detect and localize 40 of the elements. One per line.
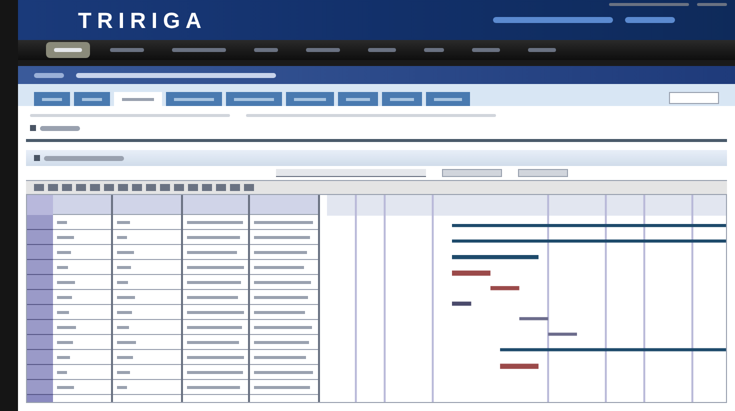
- gantt-bar: [519, 317, 548, 320]
- blurred-text: [40, 126, 80, 130]
- tab[interactable]: [166, 92, 222, 106]
- toolbar-button[interactable]: [442, 169, 502, 177]
- row-header: [27, 350, 53, 365]
- tab[interactable]: [226, 92, 282, 106]
- row-header: [27, 260, 53, 275]
- row-header: [27, 275, 53, 290]
- blurred-text: [697, 3, 727, 6]
- tab[interactable]: [114, 92, 162, 106]
- tab[interactable]: [382, 92, 422, 106]
- row-header: [27, 230, 53, 245]
- nav-item[interactable]: [46, 42, 90, 58]
- tab[interactable]: [74, 92, 110, 106]
- tab[interactable]: [338, 92, 378, 106]
- logo: TRIRIGA: [78, 6, 207, 34]
- tab[interactable]: [286, 92, 334, 106]
- dropdown[interactable]: [669, 92, 719, 104]
- tab[interactable]: [426, 92, 470, 106]
- gantt-bar: [500, 364, 539, 369]
- row-header: [27, 380, 53, 395]
- row-header: [27, 245, 53, 260]
- row-header: [27, 215, 53, 230]
- corner-cell: [27, 195, 53, 215]
- tab[interactable]: [34, 92, 70, 106]
- blurred-text: [625, 17, 675, 23]
- row-header: [27, 305, 53, 320]
- dropdown[interactable]: [276, 169, 426, 177]
- row-header: [27, 335, 53, 350]
- row-header: [27, 365, 53, 380]
- section-icon: [34, 155, 40, 161]
- gantt-bar: [452, 302, 472, 306]
- gantt-bar: [548, 332, 577, 336]
- toolbar-button[interactable]: [518, 169, 568, 177]
- section-icon: [30, 125, 36, 131]
- blurred-text: [34, 72, 64, 78]
- row-header: [27, 320, 53, 335]
- row-header: [27, 290, 53, 305]
- gantt-bar: [490, 286, 520, 290]
- gantt-bar: [452, 270, 490, 276]
